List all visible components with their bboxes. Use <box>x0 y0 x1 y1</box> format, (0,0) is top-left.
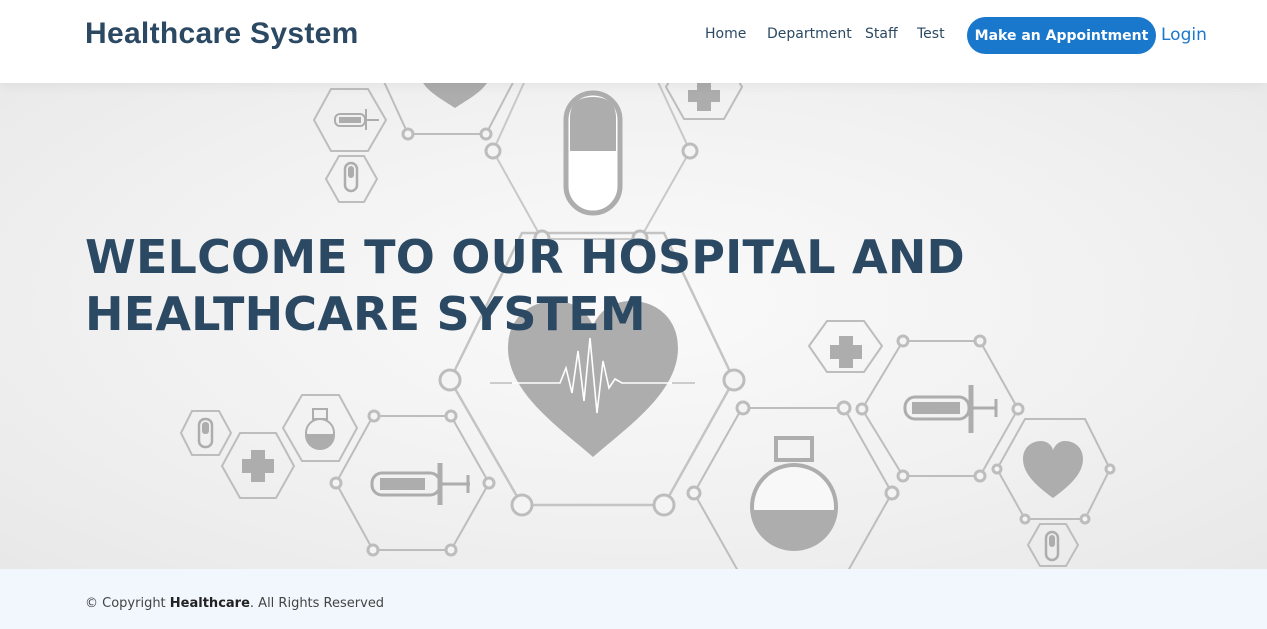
make-appointment-button[interactable]: Make an Appointment <box>967 17 1156 54</box>
flask-icon <box>750 436 838 551</box>
hero-section: WELCOME TO OUR HOSPITAL AND HEALTHCARE S… <box>0 83 1267 569</box>
nav-item-staff[interactable]: Staff <box>865 26 898 42</box>
copyright-text: © Copyright Healthcare. All Rights Reser… <box>85 596 384 611</box>
nav-item-test[interactable]: Test <box>917 26 945 42</box>
copyright-suffix: . All Rights Reserved <box>249 596 385 611</box>
site-footer: © Copyright Healthcare. All Rights Reser… <box>0 569 1267 629</box>
copyright-prefix: © Copyright <box>85 596 170 611</box>
login-link[interactable]: Login <box>1161 25 1207 45</box>
nav-item-home[interactable]: Home <box>705 26 746 42</box>
site-header: Healthcare System Home Department Staff … <box>0 0 1267 83</box>
syringe-icon <box>370 463 470 505</box>
copyright-brand: Healthcare <box>169 596 250 611</box>
capsule-icon <box>563 90 623 216</box>
nav-item-department[interactable]: Department <box>767 26 852 42</box>
hero-title: WELCOME TO OUR HOSPITAL AND HEALTHCARE S… <box>85 230 965 341</box>
